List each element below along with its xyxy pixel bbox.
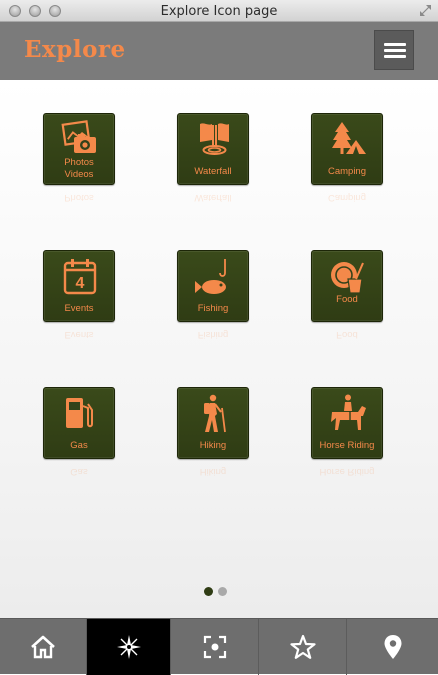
fishing-button[interactable]: Fishing <box>177 250 249 322</box>
tile-label: Gas <box>70 440 88 451</box>
map-pin-icon <box>384 635 401 659</box>
tile-horse-riding: Horse Riding Horse Riding <box>311 387 383 484</box>
camping-button[interactable]: Camping <box>311 113 383 185</box>
tile-label: Videos <box>64 169 94 180</box>
gas-button[interactable]: Gas <box>43 387 115 459</box>
hamburger-icon <box>384 43 406 46</box>
tile-waterfall: Waterfall Waterfall <box>177 113 249 210</box>
app-logo: Explore <box>24 36 126 63</box>
compass-icon <box>116 635 141 659</box>
pager-dot-active[interactable] <box>204 587 213 596</box>
horse-riding-button[interactable]: Horse Riding <box>311 387 383 459</box>
tile-label: Camping <box>327 166 367 177</box>
events-button[interactable]: 4 Events <box>43 250 115 322</box>
tab-home[interactable] <box>0 619 87 675</box>
hiking-button[interactable]: Hiking <box>177 387 249 459</box>
tile-label: Horse Riding <box>319 440 375 451</box>
window-titlebar: Explore Icon page <box>0 0 438 22</box>
tile-reflection: Food <box>336 329 358 340</box>
tab-map[interactable] <box>347 619 438 675</box>
tile-label: Waterfall <box>194 166 232 177</box>
gas-pump-icon <box>66 398 93 428</box>
tab-bar <box>0 618 438 675</box>
tile-label: Food <box>336 294 358 305</box>
tile-camping: Camping Camping <box>311 113 383 210</box>
tile-label: Fishing <box>197 303 229 314</box>
camping-icon <box>332 122 366 154</box>
photos-videos-icon <box>61 120 96 153</box>
focus-icon <box>203 635 226 659</box>
tile-reflection: Camping <box>327 192 367 203</box>
app-header: Explore <box>0 22 438 80</box>
menu-button[interactable] <box>374 30 414 70</box>
waterfall-icon <box>200 123 229 155</box>
waterfall-button[interactable]: Waterfall <box>177 113 249 185</box>
calendar-icon: 4 <box>63 259 97 295</box>
food-icon <box>331 262 364 294</box>
photos-videos-button[interactable]: Photos Videos <box>43 113 115 185</box>
horse-rider-icon <box>331 394 366 430</box>
tab-favorites[interactable] <box>259 619 347 675</box>
food-button[interactable]: Food <box>311 250 383 322</box>
window-title: Explore Icon page <box>160 4 278 19</box>
pager-dot[interactable] <box>218 587 227 596</box>
tile-label: Events <box>64 303 94 314</box>
tab-focus[interactable] <box>171 619 259 675</box>
tile-reflection: Events <box>64 329 94 340</box>
tile-reflection: Gas <box>70 466 88 477</box>
fish-icon <box>195 259 226 294</box>
tile-label: Hiking <box>199 440 227 451</box>
tile-reflection: Fishing <box>197 329 229 340</box>
tile-reflection: Waterfall <box>194 192 232 203</box>
fullscreen-icon[interactable] <box>419 4 432 17</box>
tile-gas: Gas Gas <box>43 387 115 484</box>
home-icon <box>31 635 55 659</box>
tile-reflection: Hiking <box>199 466 227 477</box>
tile-food: Food Food <box>311 250 383 347</box>
tile-reflection: Horse Riding <box>319 466 375 477</box>
hiker-icon <box>204 394 226 433</box>
tile-reflection: Photos <box>64 192 94 203</box>
tile-photos-videos: Photos Videos Photos <box>43 113 115 210</box>
tile-events: 4 Events Events <box>43 250 115 347</box>
tab-explore[interactable] <box>87 619 171 675</box>
tile-fishing: Fishing Fishing <box>177 250 249 347</box>
svg-text:4: 4 <box>76 275 85 292</box>
tile-label: Photos <box>64 157 94 168</box>
tile-hiking: Hiking Hiking <box>177 387 249 484</box>
star-icon <box>289 634 316 659</box>
explore-grid: Photos Videos Photos Waterfall Waterfall <box>0 80 438 618</box>
